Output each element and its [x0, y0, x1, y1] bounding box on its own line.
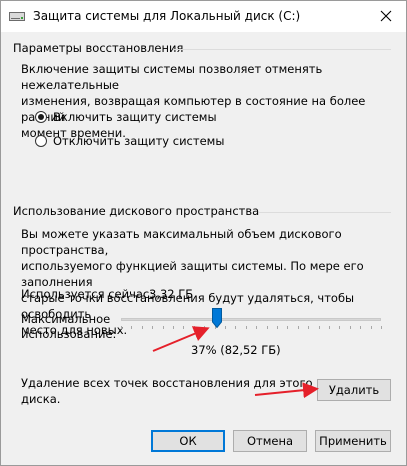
slider-tick	[287, 326, 289, 329]
system-protection-dialog: Защита системы для Локальный диск (C:) П…	[0, 0, 407, 466]
slider-tick	[277, 326, 278, 329]
max-usage-slider-track[interactable]	[121, 318, 381, 321]
apply-button[interactable]: Применить	[315, 430, 391, 452]
radio-button[interactable]	[35, 135, 47, 147]
radio-button-checked[interactable]	[35, 111, 47, 123]
title-bar: Защита системы для Локальный диск (C:)	[1, 1, 406, 32]
slider-tick	[256, 326, 258, 329]
max-usage-label: Максимальное использование:	[21, 312, 116, 342]
slider-tick	[152, 326, 154, 329]
description-line: используемого функцией защиты системы. П…	[21, 259, 364, 289]
slider-tick	[329, 326, 330, 329]
max-usage-label-line: Максимальное	[21, 312, 111, 326]
slider-tick	[173, 326, 174, 329]
drive-icon	[9, 9, 25, 23]
close-button[interactable]	[372, 5, 400, 27]
enable-protection-radio[interactable]: Включить защиту системы	[35, 110, 217, 126]
max-usage-slider-thumb[interactable]	[212, 308, 223, 328]
ok-button[interactable]: ОК	[151, 430, 225, 452]
slider-tick	[225, 326, 226, 329]
slider-tick	[131, 326, 133, 329]
delete-text-line: диска.	[21, 392, 61, 406]
radio-label: Включить защиту системы	[53, 110, 217, 124]
slider-tick	[381, 326, 382, 329]
max-usage-label-line: использование:	[21, 327, 117, 341]
cancel-button[interactable]: Отмена	[233, 430, 307, 452]
window-title: Защита системы для Локальный диск (C:)	[33, 9, 301, 23]
description-line: Вы можете указать максимальный объем дис…	[21, 227, 342, 257]
slider-tick	[245, 326, 247, 329]
slider-tick	[318, 326, 320, 329]
group-divider	[173, 49, 391, 50]
slider-tick	[349, 326, 351, 329]
restore-description: Включение защиты системы позволяет отмен…	[21, 61, 406, 141]
slider-tick	[235, 326, 237, 329]
current-usage-label: Используется сейчас:	[21, 287, 154, 301]
slider-value-text: 37% (82,52 ГБ)	[191, 343, 281, 357]
slider-tick	[266, 326, 268, 329]
group-divider	[259, 212, 391, 213]
slider-tick	[297, 326, 299, 329]
slider-tick	[141, 326, 143, 329]
slider-tick	[162, 326, 164, 329]
description-line: Включение защиты системы позволяет отмен…	[21, 62, 323, 92]
radio-label: Отключить защиту системы	[53, 134, 225, 148]
delete-text-line: Удаление всех точек восстановления для э…	[21, 376, 313, 390]
slider-ticks	[121, 326, 382, 330]
slider-tick	[193, 326, 195, 329]
current-usage-value: 3,32 ГБ	[149, 287, 194, 301]
slider-tick	[204, 326, 206, 329]
delete-description: Удаление всех точек восстановления для э…	[21, 375, 313, 407]
slider-tick	[308, 326, 310, 329]
slider-tick	[339, 326, 341, 329]
disable-protection-radio[interactable]: Отключить защиту системы	[35, 134, 224, 150]
close-icon	[380, 10, 392, 22]
slider-tick	[121, 326, 122, 329]
slider-tick	[183, 326, 185, 329]
slider-tick	[360, 326, 362, 329]
delete-button[interactable]: Удалить	[317, 379, 391, 401]
disk-usage-header: Использование дискового пространства	[13, 204, 260, 218]
slider-tick	[370, 326, 372, 329]
restore-settings-header: Параметры восстановления	[13, 41, 184, 55]
